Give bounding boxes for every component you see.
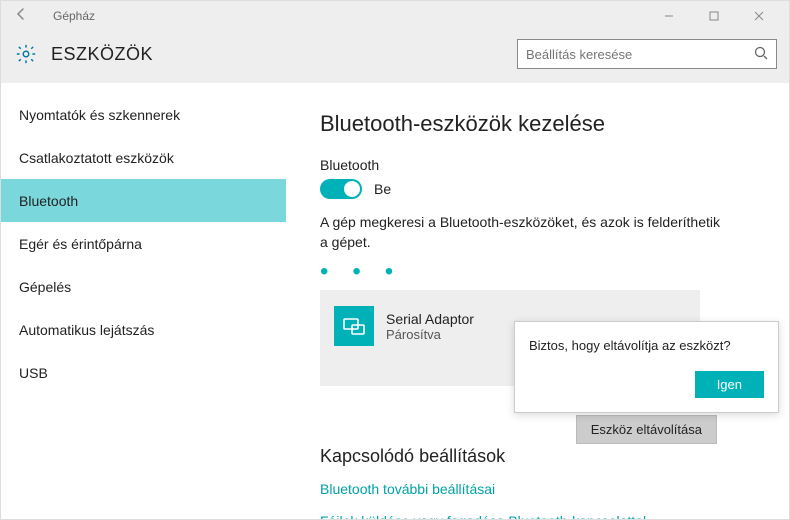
link-more-bt-settings[interactable]: Bluetooth további beállításai xyxy=(320,481,767,497)
searching-indicator: ••• xyxy=(320,258,767,286)
bluetooth-description: A gép megkeresi a Bluetooth-eszközöket, … xyxy=(320,213,730,252)
sidebar-item-label: Gépelés xyxy=(19,279,71,295)
sidebar-item-label: Egér és érintőpárna xyxy=(19,236,142,252)
settings-gear-icon xyxy=(15,43,37,65)
device-status: Párosítva xyxy=(386,327,474,342)
bluetooth-toggle[interactable] xyxy=(320,179,362,199)
sidebar-item-label: Nyomtatók és szkennerek xyxy=(19,107,180,123)
confirm-message: Biztos, hogy eltávolítja az eszközt? xyxy=(529,338,764,353)
sidebar-item-typing[interactable]: Gépelés xyxy=(1,265,286,308)
sidebar-item-usb[interactable]: USB xyxy=(1,351,286,394)
search-box[interactable] xyxy=(517,39,777,69)
sidebar-item-connected-devices[interactable]: Csatlakoztatott eszközök xyxy=(1,136,286,179)
search-icon xyxy=(754,46,768,63)
bluetooth-label: Bluetooth xyxy=(320,157,767,173)
related-title: Kapcsolódó beállítások xyxy=(320,446,767,467)
page-title: Bluetooth-eszközök kezelése xyxy=(320,111,767,137)
sidebar-item-label: Csatlakoztatott eszközök xyxy=(19,150,174,166)
sidebar: Nyomtatók és szkennerek Csatlakoztatott … xyxy=(1,83,286,519)
titlebar: Gépház xyxy=(1,1,789,31)
remove-device-button[interactable]: Eszköz eltávolítása xyxy=(576,415,717,444)
window-title: Gépház xyxy=(53,9,95,23)
device-name: Serial Adaptor xyxy=(386,311,474,327)
maximize-button[interactable] xyxy=(691,1,736,31)
sidebar-item-label: Automatikus lejátszás xyxy=(19,322,154,338)
sidebar-item-bluetooth[interactable]: Bluetooth xyxy=(1,179,286,222)
toggle-knob xyxy=(344,181,360,197)
sidebar-item-printers[interactable]: Nyomtatók és szkennerek xyxy=(1,93,286,136)
app-title: ESZKÖZÖK xyxy=(51,44,153,65)
minimize-button[interactable] xyxy=(646,1,691,31)
sidebar-item-label: Bluetooth xyxy=(19,193,78,209)
content-pane: Bluetooth-eszközök kezelése Bluetooth Be… xyxy=(286,83,789,519)
confirm-tooltip: Biztos, hogy eltávolítja az eszközt? Ige… xyxy=(514,321,779,413)
close-button[interactable] xyxy=(736,1,781,31)
toggle-state-label: Be xyxy=(374,181,391,197)
header: ESZKÖZÖK xyxy=(1,31,789,83)
link-send-receive-files[interactable]: Fájlok küldése vagy fogadása Bluetooth-k… xyxy=(320,513,767,519)
confirm-yes-button[interactable]: Igen xyxy=(695,371,764,398)
sidebar-item-autoplay[interactable]: Automatikus lejátszás xyxy=(1,308,286,351)
search-input[interactable] xyxy=(526,47,754,62)
sidebar-item-label: USB xyxy=(19,365,48,381)
sidebar-item-mouse[interactable]: Egér és érintőpárna xyxy=(1,222,286,265)
device-icon xyxy=(334,306,374,346)
back-button[interactable] xyxy=(9,7,33,26)
